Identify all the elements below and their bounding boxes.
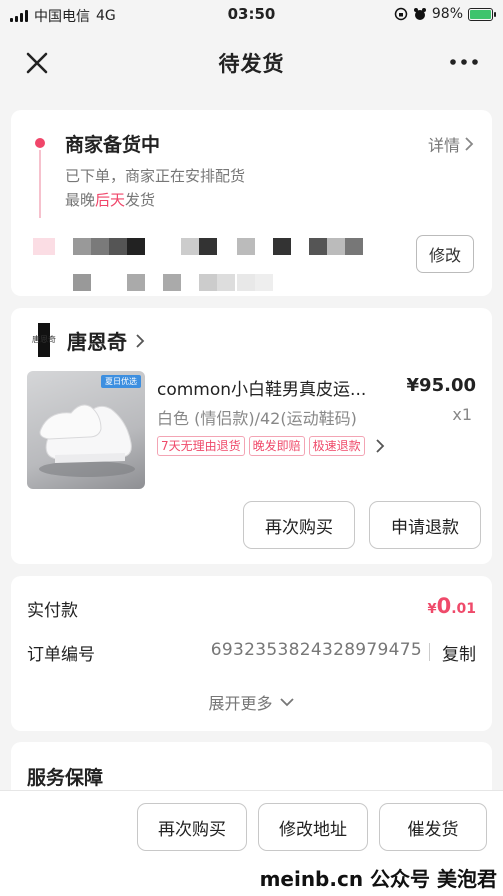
badge-late-compensation: 晚发即赔 <box>248 436 305 456</box>
status-description: 已下单，商家正在安排配货 <box>65 167 246 185</box>
paid-integer: 0 <box>436 594 452 618</box>
order-no-label: 订单编号 <box>27 645 95 665</box>
expand-more-label: 展开更多 <box>208 694 273 713</box>
shop-name: 唐恩奇 <box>67 330 127 354</box>
sneaker-image <box>39 404 135 477</box>
bottom-action-bar: 再次购买 修改地址 催发货 meinb.cn 公众号 美泡君 <box>0 790 503 896</box>
divider <box>429 643 430 661</box>
order-status-card: 商家备货中 详情 已下单，商家正在安排配货 最晚后天发货 修改 <box>11 110 492 296</box>
rebuy-button[interactable]: 再次购买 <box>243 501 355 549</box>
product-thumbnail[interactable]: 夏日优选 <box>27 371 145 489</box>
paid-amount: ¥0.01 <box>428 594 476 618</box>
paid-decimal: .01 <box>451 601 476 617</box>
shop-name-link[interactable]: 唐恩奇 <box>67 326 145 355</box>
product-spec: 白色 (情侣款)/42(运动鞋码) <box>157 409 357 428</box>
payment-card: 实付款 ¥0.01 订单编号 6932353824328979475 复制 展开… <box>11 576 492 731</box>
rotation-lock-icon <box>394 7 408 21</box>
detail-link[interactable]: 详情 <box>428 132 474 156</box>
goods-card: 唐恩奇 唐恩奇 夏日优选 common小白鞋男真皮运... ¥95.00 白色 … <box>11 308 492 564</box>
urge-ship-button[interactable]: 催发货 <box>379 803 487 851</box>
refund-button[interactable]: 申请退款 <box>369 501 481 549</box>
alarm-icon <box>413 8 426 20</box>
badge-fast-refund: 极速退款 <box>308 436 365 456</box>
paid-label: 实付款 <box>27 601 78 621</box>
chevron-right-icon <box>376 439 384 453</box>
status-bar: 中国电信 4G 03:50 98% <box>0 0 503 30</box>
shop-logo-text: 唐恩奇 <box>32 335 56 344</box>
status-title: 商家备货中 <box>65 134 161 156</box>
more-icon[interactable] <box>447 50 481 74</box>
badge-return: 7天无理由退货 <box>157 436 245 456</box>
ship-deadline-prefix: 最晚 <box>65 191 96 209</box>
chevron-right-icon <box>136 333 145 348</box>
watermark: meinb.cn 公众号 美泡君 <box>259 867 497 891</box>
product-price: ¥95.00 <box>406 375 476 396</box>
expand-more-button[interactable]: 展开更多 <box>11 690 492 714</box>
ship-deadline: 最晚后天发货 <box>65 189 155 210</box>
chevron-down-icon <box>279 698 294 707</box>
shop-logo[interactable]: 唐恩奇 <box>27 323 61 357</box>
ship-deadline-day: 后天 <box>95 191 126 209</box>
modify-address-button[interactable]: 修改 <box>416 235 474 273</box>
status-bar-right: 98% <box>394 6 496 22</box>
product-name[interactable]: common小白鞋男真皮运... <box>157 375 397 400</box>
copy-button[interactable]: 复制 <box>442 640 476 665</box>
product-tag: 夏日优选 <box>101 375 141 388</box>
order-number: 6932353824328979475 <box>210 640 422 660</box>
nav-bar: 待发货 <box>0 36 503 90</box>
battery-percent: 98% <box>431 6 463 22</box>
paid-currency: ¥ <box>427 602 437 617</box>
bottom-rebuy-button[interactable]: 再次购买 <box>137 803 247 851</box>
product-quantity: x1 <box>452 405 472 424</box>
page-title: 待发货 <box>218 52 285 76</box>
ship-deadline-suffix: 发货 <box>125 191 156 209</box>
chevron-right-icon <box>465 137 474 151</box>
status-timeline <box>39 150 41 218</box>
status-dot <box>35 138 45 148</box>
modify-address-bottom-button[interactable]: 修改地址 <box>258 803 368 851</box>
detail-link-label: 详情 <box>427 136 460 155</box>
blurred-address <box>33 236 373 292</box>
battery-icon <box>468 7 496 21</box>
service-badges[interactable]: 7天无理由退货 晚发即赔 极速退款 <box>157 436 385 456</box>
service-title: 服务保障 <box>27 767 104 789</box>
